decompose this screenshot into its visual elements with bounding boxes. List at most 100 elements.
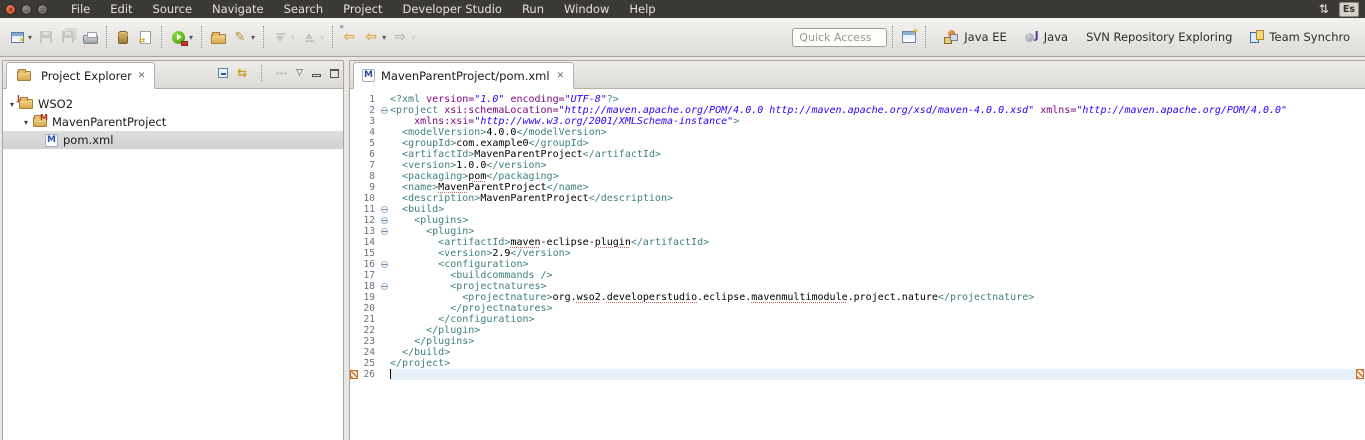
code-line[interactable]: 24 </build> [350,347,1365,358]
open-perspective-button[interactable]: ✶ [899,25,919,49]
code-text[interactable]: <build> [390,204,1365,215]
menu-search[interactable]: Search [275,1,333,17]
project-explorer-tab[interactable]: Project Explorer ✕ [6,62,155,89]
menu-project[interactable]: Project [334,1,391,17]
code-line[interactable]: 22 </plugin> [350,325,1365,336]
view-menu-button[interactable]: ▽ [296,68,303,78]
code-line[interactable]: 25</project> [350,358,1365,369]
code-text[interactable]: <description>MavenParentProject</descrip… [390,193,1365,204]
jar-export-button[interactable] [113,25,133,49]
menu-run[interactable]: Run [513,1,553,17]
menu-file[interactable]: File [62,1,99,17]
code-text[interactable]: <projectnature>org.wso2.developerstudio.… [390,292,1365,303]
tree-item-pom-xml[interactable]: M pom.xml [3,131,343,149]
fold-collapse-icon[interactable] [381,261,388,268]
forward-button[interactable]: ⇨ [390,25,410,49]
menu-help[interactable]: Help [620,1,664,17]
code-text[interactable]: <?xml version="1.0" encoding="UTF-8"?> [390,94,1365,105]
mark-task-dropdown[interactable]: ▾ [251,33,255,42]
code-text[interactable]: <version>2.9</version> [390,248,1365,259]
code-text[interactable]: </project> [390,358,1365,369]
code-text[interactable]: <artifactId>MavenParentProject</artifact… [390,149,1365,160]
code-line[interactable]: 26 [350,369,1365,380]
code-text[interactable]: <configuration> [390,259,1365,270]
refresh-file-button[interactable]: ⇄ [135,25,155,49]
code-text[interactable]: <modelVersion>4.0.0</modelVersion> [390,127,1365,138]
code-line[interactable]: 12 <plugins> [350,215,1365,226]
network-indicator-icon[interactable]: ⇅ [1319,2,1329,16]
maximize-view-button[interactable] [330,69,339,78]
quick-access-input[interactable] [792,28,887,47]
fold-collapse-icon[interactable] [381,107,388,114]
editor-tab-pom-xml[interactable]: M MavenParentProject/pom.xml ✕ [353,62,574,89]
code-line[interactable]: 8 <packaging>pom</packaging> [350,171,1365,182]
code-text[interactable]: <buildcommands /> [390,270,1365,281]
menu-developer-studio[interactable]: Developer Studio [394,1,511,17]
xml-source-editor[interactable]: 1<?xml version="1.0" encoding="UTF-8"?> 2… [350,89,1365,440]
code-line[interactable]: 18 <projectnatures> [350,281,1365,292]
code-line[interactable]: 3 xmlns:xsi="http://www.w3.org/2001/XMLS… [350,116,1365,127]
back-button[interactable]: ⇦ [361,25,381,49]
code-line[interactable]: 23 </plugins> [350,336,1365,347]
close-window-button[interactable]: ✕ [5,4,16,15]
menu-edit[interactable]: Edit [101,1,141,17]
code-line[interactable]: 9 <name>MavenParentProject</name> [350,182,1365,193]
code-line[interactable]: 1<?xml version="1.0" encoding="UTF-8"?> [350,94,1365,105]
save-all-button[interactable] [58,25,78,49]
new-dropdown[interactable]: ▾ [28,33,32,42]
code-line[interactable]: 5 <groupId>com.example0</groupId> [350,138,1365,149]
keyboard-layout-indicator[interactable]: Es [1339,2,1359,17]
run-dropdown[interactable]: ▾ [189,33,193,42]
fold-collapse-icon[interactable] [381,228,388,235]
overview-ruler-marker[interactable] [1356,369,1364,379]
code-line[interactable]: 7 <version>1.0.0</version> [350,160,1365,171]
tree-item-mavenparentproject[interactable]: ▾ M MavenParentProject [3,113,343,131]
open-task-button[interactable] [208,25,228,49]
next-annotation-dropdown[interactable]: ▾ [291,33,295,42]
focus-on-active-task-button[interactable] [276,72,287,75]
code-text[interactable]: </build> [390,347,1365,358]
expander-icon[interactable]: ▾ [7,100,17,109]
print-button[interactable] [80,25,100,49]
perspective-java-ee[interactable]: Java EE [937,27,1013,47]
collapse-all-button[interactable] [218,68,228,78]
fold-collapse-icon[interactable] [381,283,388,290]
perspective-svn-repository-exploring[interactable]: SVN Repository Exploring [1079,27,1239,47]
code-line[interactable]: 4 <modelVersion>4.0.0</modelVersion> [350,127,1365,138]
code-text[interactable]: </configuration> [390,314,1365,325]
minimize-view-button[interactable] [312,74,321,77]
new-wizard-button[interactable]: ✶ [7,25,27,49]
code-line[interactable]: 15 <version>2.9</version> [350,248,1365,259]
previous-annotation-button[interactable] [299,25,319,49]
code-line[interactable]: 17 <buildcommands /> [350,270,1365,281]
last-edit-location-button[interactable]: ⇦ ✳ [339,25,359,49]
fold-collapse-icon[interactable] [381,206,388,213]
mark-task-button[interactable]: ✎ [230,25,250,49]
previous-annotation-dropdown[interactable]: ▾ [320,33,324,42]
code-text[interactable]: <projectnatures> [390,281,1365,292]
code-text[interactable]: <project xsi:schemaLocation="http://mave… [390,105,1365,116]
code-line[interactable]: 14 <artifactId>maven-eclipse-plugin</art… [350,237,1365,248]
code-text[interactable]: <artifactId>maven-eclipse-plugin</artifa… [390,237,1365,248]
code-line[interactable]: 6 <artifactId>MavenParentProject</artifa… [350,149,1365,160]
minimize-window-button[interactable]: – [21,4,32,15]
close-icon[interactable]: ✕ [556,71,566,81]
close-icon[interactable]: ✕ [137,71,147,81]
code-line[interactable]: 13 <plugin> [350,226,1365,237]
forward-dropdown[interactable]: ▾ [411,33,415,42]
perspective-java[interactable]: J Java [1018,27,1075,47]
expander-icon[interactable]: ▾ [21,118,31,127]
maximize-window-button[interactable]: ▫ [37,4,48,15]
menu-window[interactable]: Window [555,1,618,17]
link-with-editor-button[interactable]: ⇆ [237,66,247,80]
next-annotation-button[interactable] [270,25,290,49]
perspective-team-synchronizing[interactable]: Team Synchro [1243,27,1357,47]
code-text[interactable] [390,369,1365,380]
code-text[interactable]: <packaging>pom</packaging> [390,171,1365,182]
code-text[interactable]: <version>1.0.0</version> [390,160,1365,171]
run-external-tools-button[interactable] [168,25,188,49]
menu-navigate[interactable]: Navigate [203,1,273,17]
code-line[interactable]: 11 <build> [350,204,1365,215]
tree-item-wso2[interactable]: ▾ J WSO2 [3,95,343,113]
fold-collapse-icon[interactable] [381,217,388,224]
